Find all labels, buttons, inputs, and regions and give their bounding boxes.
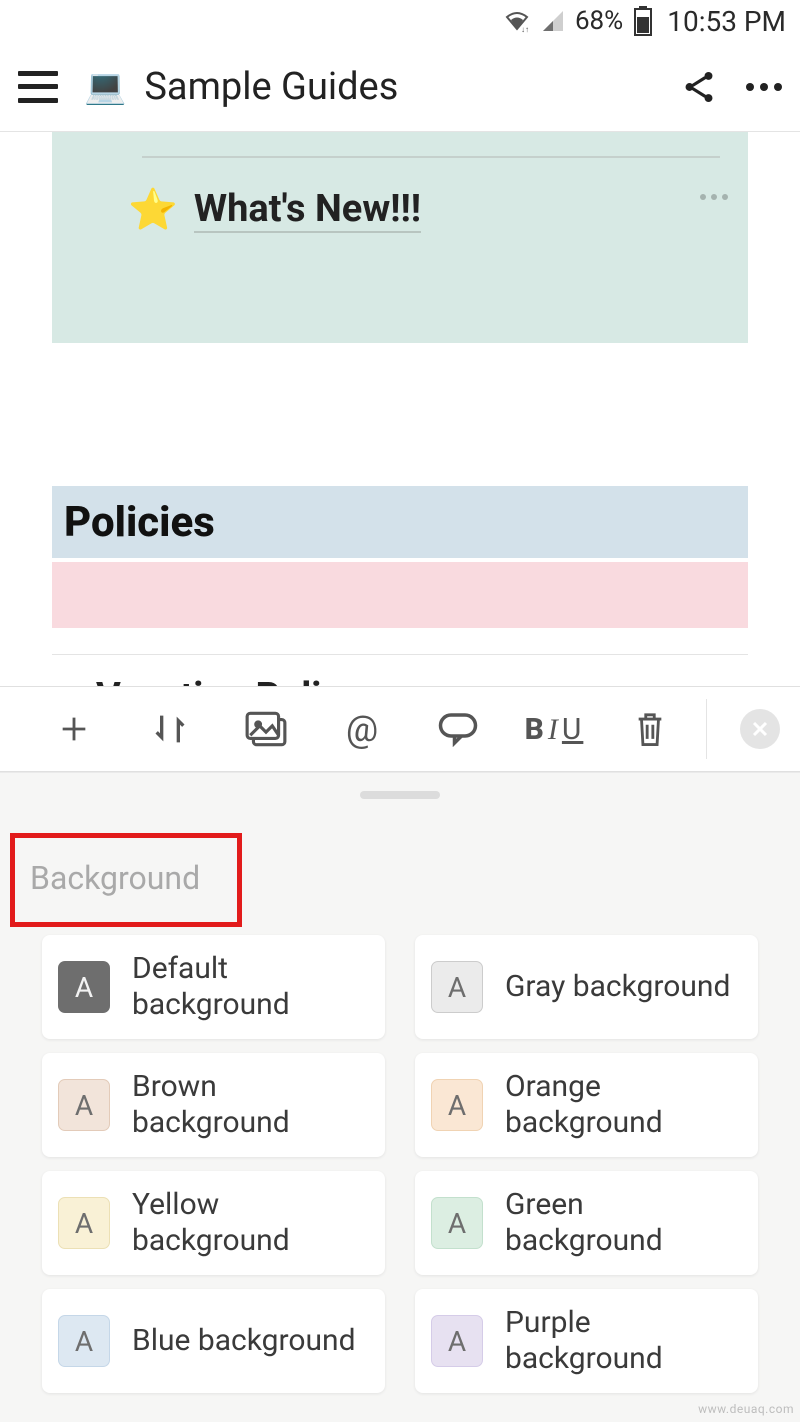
watermark: www.deuaq.com (698, 1402, 794, 1416)
move-button[interactable] (122, 686, 218, 772)
page-title: Sample Guides (144, 65, 680, 109)
bg-option-brown[interactable]: A Brown background (42, 1053, 385, 1157)
drag-handle[interactable] (360, 791, 440, 799)
star-icon: ⭐ (128, 186, 178, 233)
option-label: Purple background (505, 1305, 742, 1377)
option-label: Green background (505, 1187, 742, 1259)
wifi-icon: ↓↑ (503, 9, 531, 33)
image-button[interactable] (218, 686, 314, 772)
whats-new-link[interactable]: What's New!!! (194, 187, 421, 233)
background-panel: Background ADefault backgroundAGray back… (0, 772, 800, 1422)
bg-option-orange[interactable]: A Orange background (415, 1053, 758, 1157)
option-label: Default background (132, 951, 369, 1023)
app-header: 💻 Sample Guides (0, 42, 800, 132)
battery-percent: 68% (575, 6, 623, 36)
bg-option-purple[interactable]: A Purple background (415, 1289, 758, 1393)
status-bar: ↓↑ 68% 10:53 PM (0, 0, 800, 42)
swatch-icon: A (431, 961, 483, 1013)
bg-option-green[interactable]: A Green background (415, 1171, 758, 1275)
option-label: Orange background (505, 1069, 742, 1141)
add-button[interactable] (26, 686, 122, 772)
close-button[interactable] (740, 709, 780, 749)
policies-heading[interactable]: Policies (52, 486, 748, 558)
list-item[interactable]: ⭐ What's New!!! (52, 186, 748, 233)
bg-option-blue[interactable]: A Blue background (42, 1289, 385, 1393)
bg-option-gray[interactable]: A Gray background (415, 935, 758, 1039)
annotation-highlight (10, 833, 242, 927)
highlighted-block[interactable] (52, 562, 748, 628)
swatch-icon: A (431, 1079, 483, 1131)
callout-block[interactable]: ⭐ What's New!!! (52, 132, 748, 343)
bg-option-yellow[interactable]: A Yellow background (42, 1171, 385, 1275)
swatch-icon: A (431, 1315, 483, 1367)
block-more-icon[interactable] (700, 194, 728, 200)
delete-button[interactable] (602, 686, 698, 772)
page-content: ⭐ What's New!!! Policies Vacation Policy (0, 132, 800, 711)
background-options: A Default background A Gray background A Brow… (42, 935, 758, 1393)
swatch-icon: A (58, 1315, 110, 1367)
partial-line (142, 146, 720, 158)
clock-time: 10:53 PM (667, 5, 786, 38)
battery-icon (633, 6, 653, 36)
share-icon[interactable] (680, 68, 718, 106)
more-icon[interactable] (746, 83, 782, 91)
option-label: Blue background (132, 1323, 356, 1359)
mention-button[interactable]: @ (314, 686, 410, 772)
option-label: Yellow background (132, 1187, 369, 1259)
bg-option-default[interactable]: A Default background (42, 935, 385, 1039)
biu-icon: BIU (525, 712, 584, 747)
comment-button[interactable] (410, 686, 506, 772)
option-label: Brown background (132, 1069, 369, 1141)
swatch-icon: A (58, 1197, 110, 1249)
format-button[interactable]: BIU (506, 686, 602, 772)
signal-icon (541, 9, 565, 33)
swatch-icon: A (431, 1197, 483, 1249)
editor-toolbar: @ BIU (0, 686, 800, 772)
option-label: Gray background (505, 969, 730, 1005)
svg-text:↓↑: ↓↑ (521, 25, 529, 33)
menu-icon[interactable] (18, 71, 58, 103)
laptop-icon: 💻 (84, 67, 126, 107)
swatch-icon: A (58, 1079, 110, 1131)
swatch-icon: A (58, 961, 110, 1013)
